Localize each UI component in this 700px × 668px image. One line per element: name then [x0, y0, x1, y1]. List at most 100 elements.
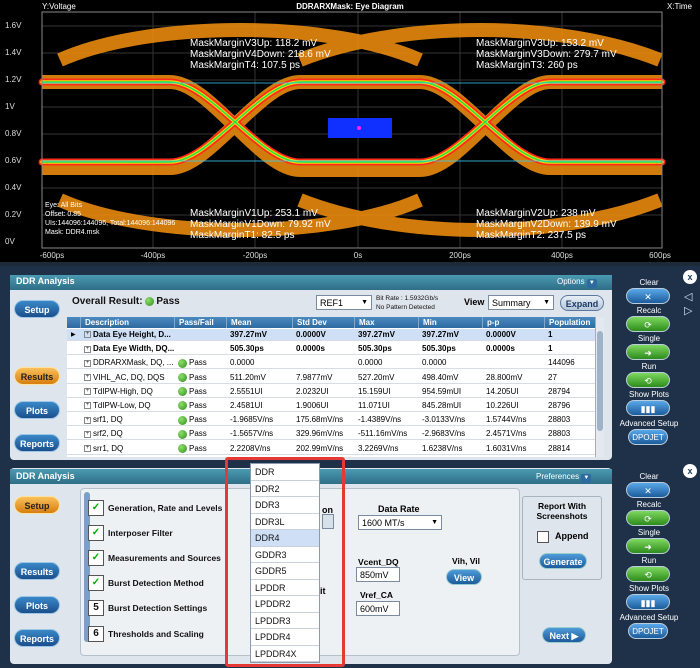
cell: + Data Eye Width, DQ...	[81, 343, 175, 355]
cell: 0.0000s	[296, 344, 325, 354]
run-button[interactable]: ⟲	[626, 566, 670, 582]
table-row[interactable]: + Data Eye Width, DQ... 505.30ps 0.0000s 505…	[67, 343, 598, 356]
step-check-icon[interactable]: ✓	[88, 500, 104, 516]
top-reports-button[interactable]: Reports	[14, 434, 60, 452]
step-number[interactable]: 5	[88, 600, 104, 616]
cell: -1.9685V/ns	[230, 415, 274, 425]
cell: 2.0232UI	[296, 386, 329, 396]
column-header[interactable]: Max	[355, 317, 419, 328]
step-label[interactable]: Burst Detection Method	[108, 578, 204, 588]
expand-row-icon[interactable]: +	[84, 345, 91, 353]
column-header[interactable]: Min	[419, 317, 483, 328]
table-scrollbar[interactable]	[595, 317, 604, 457]
expand-row-icon[interactable]: +	[84, 444, 91, 452]
column-header[interactable]: Description	[81, 317, 175, 328]
expand-row-icon[interactable]: +	[84, 359, 91, 367]
options-menu[interactable]: Options ▼	[557, 277, 597, 288]
column-header[interactable]: p-p	[483, 317, 545, 328]
table-row[interactable]: + TdIPW-Low, DQ Pass 2.4581UI 1.9006UI 11.071…	[67, 400, 598, 412]
bottom-reports-button[interactable]: Reports	[14, 629, 60, 647]
single-button[interactable]: ➜	[626, 538, 670, 554]
column-header[interactable]: Std Dev	[293, 317, 355, 328]
bottom-plots-button[interactable]: Plots	[14, 596, 60, 614]
y-tick-label: 0V	[5, 237, 15, 246]
view-button[interactable]: View	[446, 569, 482, 585]
cell-description: srf1, DQ	[93, 415, 123, 425]
table-row[interactable]: ▶ + Data Eye Height, D... 397.27mV 0.0000V 39…	[67, 329, 598, 341]
eye-diagram-plot: DDRARXMask: Eye Diagram Y:Voltage X:Time…	[0, 0, 700, 262]
step-number[interactable]: 6	[88, 626, 104, 642]
dpojet-button[interactable]: DPOJET	[628, 429, 668, 445]
top-plots-button[interactable]: Plots	[14, 401, 60, 419]
ref-select[interactable]: REF1 ▼	[316, 295, 372, 310]
cell: 2.2208V/ns	[230, 443, 271, 453]
recalc-button[interactable]: ⟳	[626, 510, 670, 526]
vcent-field[interactable]: 850mV	[356, 567, 400, 582]
expand-row-icon[interactable]: +	[84, 402, 91, 410]
step-label[interactable]: Burst Detection Settings	[108, 603, 207, 613]
step-label[interactable]: Measurements and Sources	[108, 553, 221, 563]
cell: 2.4571V/ns	[486, 429, 527, 439]
bitrate-info: Bit Rate : 1.5932Gb/s No Pattern Detected	[376, 295, 439, 311]
data-rate-label: Data Rate	[378, 504, 420, 514]
cell-description: DDRARXMask, DQ, ...	[93, 358, 174, 368]
table-row[interactable]: + srf1, DQ Pass -1.9685V/ns 175.68mV/ns -1.43…	[67, 414, 598, 427]
clear-button[interactable]: ✕	[626, 482, 670, 498]
table-row[interactable]: + srf2, DQ Pass -1.5657V/ns 329.96mV/ns -511.…	[67, 428, 598, 441]
cell: 527.20mV	[358, 372, 395, 382]
step-label[interactable]: Generation, Rate and Levels	[108, 503, 222, 513]
table-row[interactable]: + VIHL_AC, DQ, DQS Pass 511.20mV 7.9877mV 527…	[67, 372, 598, 384]
arrow-left-icon[interactable]: ◁	[684, 290, 692, 303]
show-plots-button[interactable]: ▮▮▮	[626, 594, 670, 610]
close-icon[interactable]: x	[683, 270, 697, 284]
show-plots-button[interactable]: ▮▮▮	[626, 400, 670, 416]
arrow-right-icon[interactable]: ▷	[684, 304, 692, 317]
cell: 15.159UI	[358, 386, 391, 396]
cell: 2.4581UI	[230, 401, 263, 410]
table-row[interactable]: + TdIPW-High, DQ Pass 2.5551UI 2.0232UI 15.15…	[67, 386, 598, 398]
dpojet-button[interactable]: DPOJET	[628, 623, 668, 639]
data-rate-select[interactable]: 1600 MT/s ▼	[358, 515, 442, 530]
cell: 505.30ps	[422, 344, 456, 354]
single-button[interactable]: ➜	[626, 344, 670, 360]
column-header[interactable]: Population	[545, 317, 601, 328]
bottom-results-button[interactable]: Results	[14, 562, 60, 580]
run-button[interactable]: ⟲	[626, 372, 670, 388]
vref-label: Vref_CA	[360, 590, 394, 600]
top-results-button[interactable]: Results	[14, 367, 60, 385]
top-setup-button[interactable]: Setup	[14, 300, 60, 318]
cell: + Data Eye Height, D...	[81, 329, 175, 341]
advanced-setup-label[interactable]: Advanced Setup	[609, 613, 689, 622]
expand-button[interactable]: Expand	[560, 295, 604, 311]
next-button[interactable]: Next ▶	[542, 627, 586, 643]
column-header[interactable]: Pass/Fail	[175, 317, 227, 328]
advanced-setup-label[interactable]: Advanced Setup	[609, 419, 689, 428]
column-header[interactable]: Mean	[227, 317, 293, 328]
cell: 3.2269V/ns	[358, 443, 399, 453]
view-select[interactable]: Summary ▼	[488, 295, 554, 310]
preferences-menu[interactable]: Preferences ▼	[536, 472, 592, 483]
step-check-icon[interactable]: ✓	[88, 550, 104, 566]
pass-check-icon	[178, 401, 187, 411]
recalc-button[interactable]: ⟳	[626, 316, 670, 332]
expand-row-icon[interactable]: +	[84, 331, 91, 339]
show-plots-label: Show Plots	[628, 584, 670, 593]
expand-row-icon[interactable]: +	[84, 388, 91, 396]
step-check-icon[interactable]: ✓	[88, 525, 104, 541]
table-row[interactable]: + srr1, DQ Pass 2.2208V/ns 202.99mV/ns 3.2269…	[67, 443, 598, 455]
cell: 1.5744V/ns	[486, 415, 527, 425]
step-label[interactable]: Interposer Filter	[108, 528, 173, 538]
step-check-icon[interactable]: ✓	[88, 575, 104, 591]
vref-field[interactable]: 600mV	[356, 601, 400, 616]
clear-button[interactable]: ✕	[626, 288, 670, 304]
pass-check-icon	[178, 443, 187, 453]
generate-button[interactable]: Generate	[539, 553, 587, 569]
expand-row-icon[interactable]: +	[84, 430, 91, 438]
close-icon[interactable]: x	[683, 464, 697, 478]
step-label[interactable]: Thresholds and Scaling	[108, 629, 204, 639]
expand-row-icon[interactable]: +	[84, 416, 91, 424]
expand-row-icon[interactable]: +	[84, 373, 91, 381]
bottom-setup-button[interactable]: Setup	[14, 496, 60, 514]
table-row[interactable]: + DDRARXMask, DQ, ... Pass 0.0000 0.0000 0.00…	[67, 357, 598, 370]
append-checkbox[interactable]	[537, 531, 549, 543]
